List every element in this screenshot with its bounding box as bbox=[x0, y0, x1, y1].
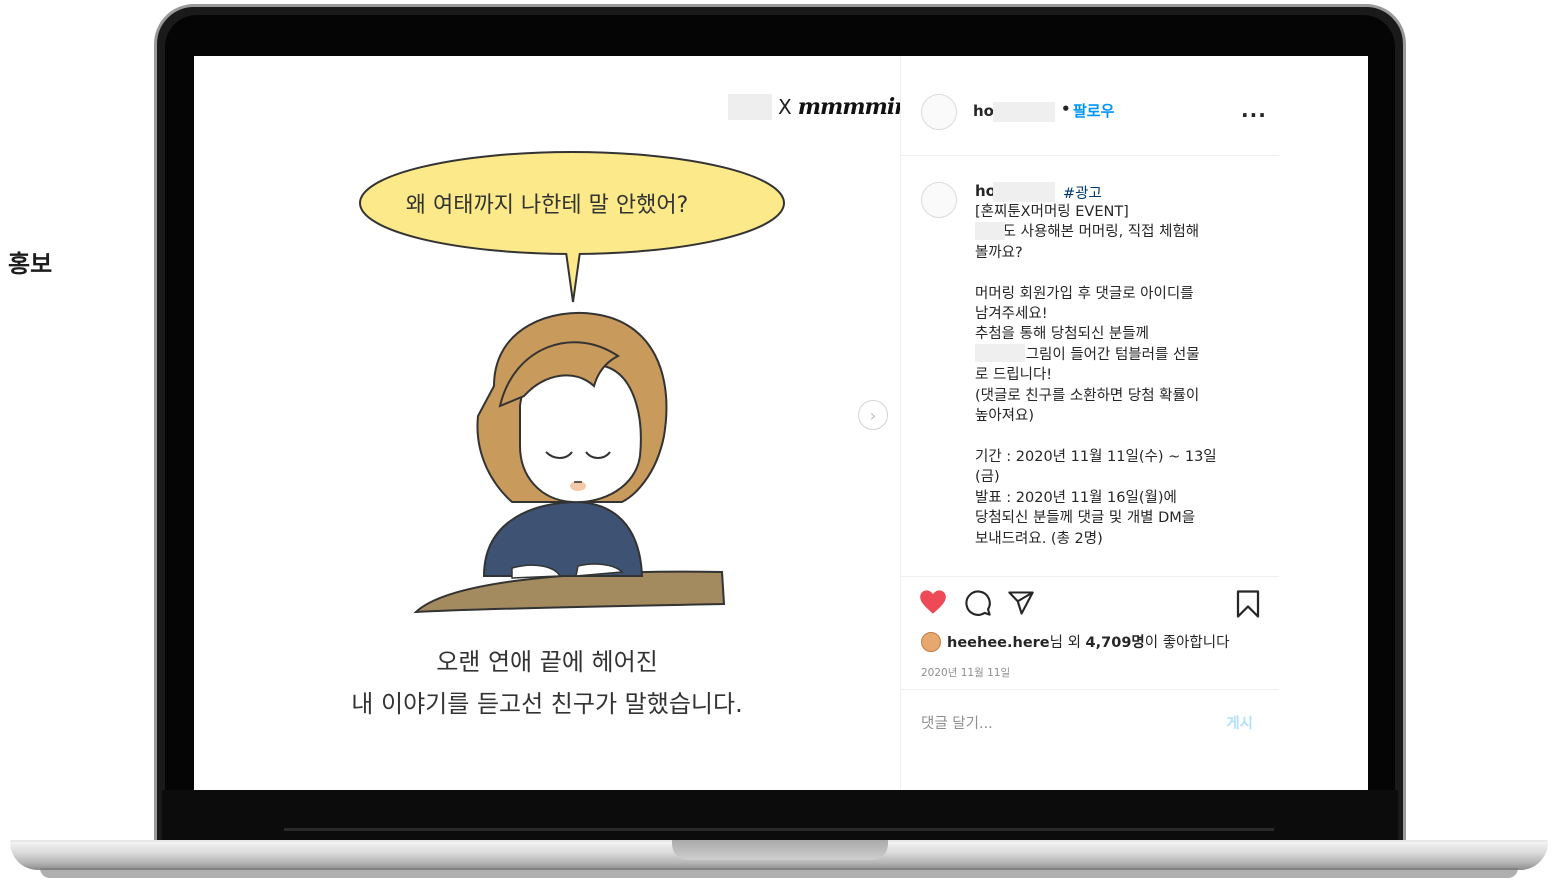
comment-line: 보내드려요. (총 2명) bbox=[975, 530, 1103, 547]
comment-author-avatar[interactable] bbox=[921, 182, 957, 218]
speech-text: 왜 여태까지 나한테 말 안했어? bbox=[405, 193, 689, 218]
follow-button[interactable]: 팔로우 bbox=[1073, 100, 1114, 121]
laptop-screen: X mmmmino 왜 여태까지 나한테 말 안했어? 오랜 연애 끝에 헤어진… bbox=[194, 56, 1368, 790]
bookmark-icon[interactable] bbox=[1235, 589, 1261, 619]
redacted-text bbox=[975, 222, 1005, 240]
ad-hashtag[interactable]: #광고 bbox=[1063, 182, 1102, 203]
comment-icon[interactable] bbox=[963, 589, 993, 617]
share-icon[interactable] bbox=[1007, 589, 1035, 617]
comment-line: 남겨주세요! bbox=[975, 306, 1048, 323]
more-icon[interactable]: ... bbox=[1241, 98, 1267, 122]
likes-count[interactable]: 4,709명 bbox=[1086, 635, 1145, 651]
comment-line bbox=[975, 426, 1245, 446]
separator-dot: • bbox=[1061, 100, 1071, 118]
laptop-notch bbox=[672, 840, 888, 860]
likes-suffix: 이 좋아합니다 bbox=[1144, 635, 1230, 651]
comment-line: 도 사용해본 머머링, 직접 체험해 bbox=[1002, 224, 1200, 241]
comic-illustration bbox=[359, 151, 785, 614]
comment-line: 당첨되신 분들께 댓글 및 개별 DM을 bbox=[975, 510, 1196, 527]
comment-line: 볼까요? bbox=[975, 244, 1023, 261]
comment-line: 기간 : 2020년 11월 11일(수) ~ 13일 bbox=[975, 448, 1217, 465]
comment-line: (댓글로 친구를 소환하면 당첨 확률이 bbox=[975, 387, 1200, 404]
post-date: 2020년 11월 11일 bbox=[921, 667, 1011, 679]
comment-line: 추첨을 통해 당첨되신 분들께 bbox=[975, 326, 1149, 343]
redacted-text bbox=[975, 344, 1025, 362]
post-actions: heehee.here님 외 4,709명이 좋아합니다 2020년 11월 1… bbox=[901, 576, 1279, 790]
post-header: ho • 팔로우 ... bbox=[901, 56, 1279, 156]
liker-username[interactable]: heehee.here bbox=[947, 635, 1050, 651]
author-username[interactable]: ho bbox=[973, 102, 994, 120]
heart-icon[interactable] bbox=[919, 589, 947, 615]
redacted-username bbox=[993, 102, 1055, 122]
post-comment-button[interactable]: 게시 bbox=[1226, 712, 1253, 733]
caption-line-2: 내 이야기를 듣고선 친구가 말했습니다. bbox=[351, 690, 743, 718]
comment-line: 높아져요) bbox=[975, 408, 1035, 425]
comment-line bbox=[975, 263, 1245, 283]
comment-line: 로 드립니다! bbox=[975, 367, 1053, 384]
side-label: 홍보 bbox=[8, 250, 53, 278]
liked-by-suffix: 님 외 bbox=[1049, 635, 1081, 651]
chevron-right-icon: › bbox=[869, 405, 877, 425]
liker-avatar[interactable] bbox=[921, 631, 941, 652]
comment-line: (금) bbox=[975, 469, 1000, 486]
redacted-comment-username bbox=[993, 182, 1055, 202]
comment-bar: 댓글 달기... 게시 bbox=[901, 689, 1279, 751]
post-sidebar: ho • 팔로우 ... ho #광고 [혼찌툰X머머링 EVENT] 도 사용… bbox=[900, 56, 1279, 790]
comment-line: 발표 : 2020년 11월 16일(월)에 bbox=[975, 489, 1177, 506]
post-image: X mmmmino 왜 여태까지 나한테 말 안했어? 오랜 연애 끝에 헤어진… bbox=[194, 56, 924, 790]
laptop-bezel bbox=[162, 790, 1398, 844]
likes-summary: heehee.here님 외 4,709명이 좋아합니다 bbox=[921, 631, 1229, 652]
next-image-button[interactable]: › bbox=[858, 400, 888, 430]
comment-line: [혼찌툰X머머링 EVENT] bbox=[975, 204, 1129, 220]
caption-line-1: 오랜 연애 끝에 헤어진 bbox=[436, 648, 658, 676]
comment-input[interactable]: 댓글 달기... bbox=[921, 712, 993, 733]
author-avatar[interactable] bbox=[921, 94, 957, 130]
comment-text: [혼찌툰X머머링 EVENT] 도 사용해본 머머링, 직접 체험해볼까요? 머… bbox=[975, 202, 1245, 549]
comment-line: 머머링 회원가입 후 댓글로 아이디를 bbox=[975, 285, 1194, 302]
